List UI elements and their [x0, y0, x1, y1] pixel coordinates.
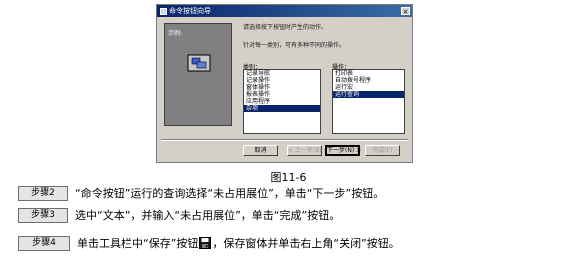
step-4-line: 步骤4 单击工具栏中“保存”按钮 ，保存窗体并单击右上角“关闭”按钮。 — [18, 235, 400, 251]
category-item[interactable]: 报表操作 — [244, 91, 320, 98]
step-text: “命令按钮”运行的查询选择“未占用展位”，单击“下一步”按钮。 — [75, 187, 385, 200]
categories-listbox[interactable]: 记录导航 记录操作 窗体操作 报表操作 应用程序 杂项 — [243, 69, 321, 134]
step-2-line: 步骤2 “命令按钮”运行的查询选择“未占用展位”，单击“下一步”按钮。 — [18, 185, 384, 201]
step-badge: 步骤2 — [18, 185, 68, 201]
command-button-wizard-dialog: 命令按钮向导 × 示例: 请选择按下按钮时产生的动作。 针对每一类别，可有多种不… — [156, 4, 413, 163]
dialog-titlebar: 命令按钮向导 × — [157, 5, 412, 17]
step-3-line: 步骤3 选中“文本”，并输入“未占用展位”，单击“完成”按钮。 — [18, 207, 340, 223]
step-text: 选中“文本”，并输入“未占用展位”，单击“完成”按钮。 — [75, 209, 341, 222]
action-item[interactable]: 运行宏 — [333, 84, 404, 91]
actions-listbox[interactable]: 打印表 自动拨号程序 运行宏 运行查询 — [332, 69, 405, 134]
figure-caption: 图11-6 — [270, 171, 307, 184]
dialog-separator — [161, 139, 408, 141]
step-text: ，保存窗体并单击右上角“关闭”按钮。 — [212, 237, 400, 250]
instruction-text-2: 针对每一类别，可有多种不同的操作。 — [243, 42, 346, 49]
finish-button[interactable]: 完成(F) — [365, 145, 400, 156]
app-icon — [160, 7, 167, 15]
previous-button[interactable]: < 上一步(B) — [287, 145, 322, 156]
next-button[interactable]: 下一步(N) > — [325, 145, 361, 156]
category-item[interactable]: 记录导航 — [244, 70, 320, 77]
step-badge: 步骤4 — [18, 235, 70, 251]
category-item[interactable]: 窗体操作 — [244, 84, 320, 91]
cancel-button[interactable]: 取消 — [243, 145, 278, 156]
instruction-text-1: 请选择按下按钮时产生的动作。 — [243, 24, 328, 31]
action-item[interactable]: 自动拨号程序 — [333, 77, 404, 84]
save-icon — [199, 237, 212, 249]
action-item[interactable]: 打印表 — [333, 70, 404, 77]
preview-panel: 示例: — [164, 23, 232, 126]
step-badge: 步骤3 — [18, 207, 68, 223]
preview-label: 示例: — [168, 30, 183, 37]
category-item[interactable]: 记录操作 — [244, 77, 320, 84]
query-icon — [187, 54, 211, 72]
close-button[interactable]: × — [401, 7, 410, 16]
category-item[interactable]: 应用程序 — [244, 98, 320, 105]
action-item[interactable]: 运行查询 — [333, 91, 404, 98]
step-text: 单击工具栏中“保存”按钮 — [77, 237, 199, 250]
dialog-title: 命令按钮向导 — [169, 7, 211, 15]
category-item[interactable]: 杂项 — [244, 105, 320, 112]
